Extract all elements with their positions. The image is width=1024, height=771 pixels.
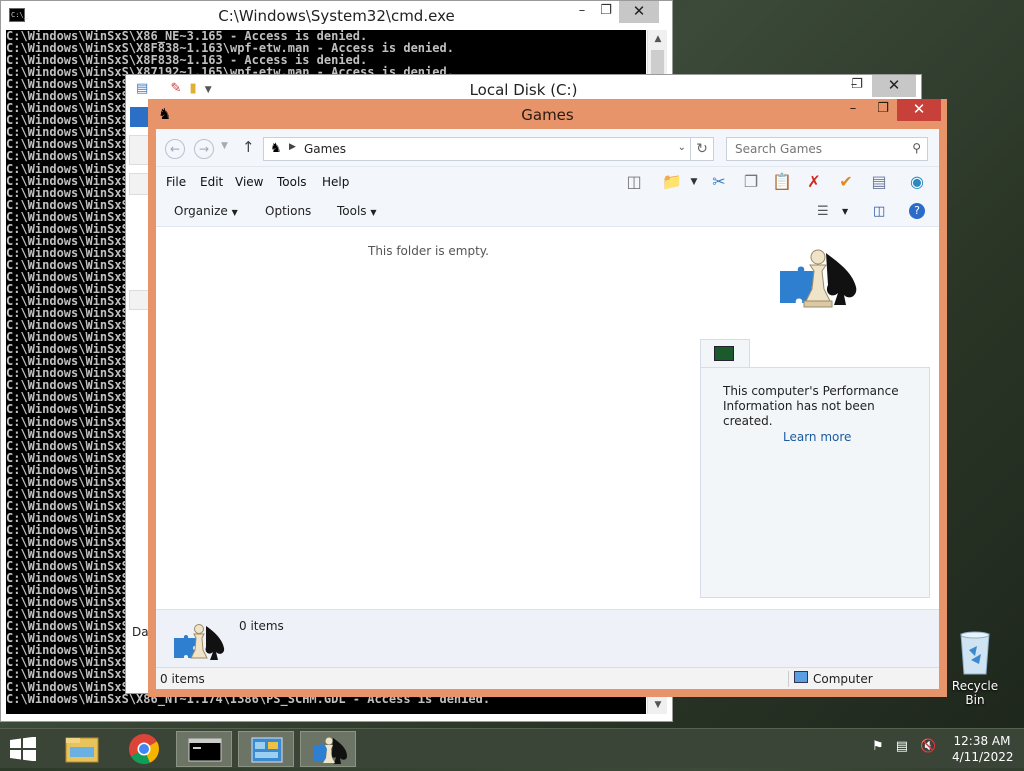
status-item-count: 0 items [160,672,205,686]
performance-info-message: This computer's Performance Information … [723,384,899,428]
taskbar-file-explorer[interactable] [54,731,110,767]
folder-options-dropdown-icon[interactable]: ▼ [682,171,706,193]
file-explorer-icon [65,737,99,763]
cmd-scroll-down-arrow[interactable]: ▼ [648,696,668,714]
command-bar: Organize ▼ Options Tools ▼ ☰ ▼ ◫ ? [156,197,939,227]
status-bar: 0 items Computer [156,667,939,689]
organize-label: Organize [174,204,228,218]
taskbar-command-prompt[interactable] [176,731,232,767]
games-taskbar-icon [313,737,347,764]
up-arrow-icon[interactable]: ↑ [242,138,255,156]
games-window[interactable]: ♞ Games – ❐ ✕ ← → ▼ ↑ ♞ ▶ Games ⌄ ↻ ⚲ [148,99,947,697]
games-window-title: Games [521,106,574,124]
cmd-titlebar[interactable]: C:\_ C:\Windows\System32\cmd.exe – ❐ ✕ [1,1,672,30]
tools-button[interactable]: Tools ▼ [337,204,377,218]
menu-edit[interactable]: Edit [200,175,223,189]
details-item-count: 0 items [239,619,284,633]
games-folder-icon: ♞ [270,141,282,156]
search-icon[interactable]: ⚲ [912,141,921,155]
copy-icon[interactable]: ❐ [739,171,763,193]
games-close-button[interactable]: ✕ [897,99,941,121]
breadcrumb-games[interactable]: Games [304,142,346,156]
organize-button[interactable]: Organize ▼ [174,204,238,218]
properties-dialog-icon[interactable]: ▤ [867,171,891,193]
tools-dropdown-icon: ▼ [370,208,377,217]
clock-date: 4/11/2022 [952,750,1014,764]
address-bar[interactable]: ♞ ▶ Games ⌄ [263,137,691,161]
taskbar-control-panel[interactable] [238,731,294,767]
change-view-dropdown-icon[interactable]: ▼ [842,207,848,216]
games-minimize-button[interactable]: – [838,99,868,121]
checkmark-icon[interactable]: ✔ [834,171,858,193]
cmd-scroll-up-arrow[interactable]: ▲ [648,30,668,48]
recycle-bin-icon [960,631,990,675]
layout-pane-icon[interactable]: ◫ [622,171,646,193]
recycle-bin-shortcut[interactable]: Recycle Bin [945,630,1005,707]
globe-icon[interactable]: ◉ [905,171,929,193]
clock-time: 12:38 AM [953,734,1011,748]
games-details-icon [174,624,225,660]
address-dropdown-icon[interactable]: ⌄ [678,142,686,153]
recycle-bin-label: Recycle Bin [951,679,999,707]
command-prompt-icon [188,738,222,762]
paste-icon[interactable]: 📋 [770,171,794,193]
menu-help[interactable]: Help [322,175,349,189]
search-input[interactable] [735,142,895,156]
back-arrow-icon[interactable]: ← [165,139,185,159]
refresh-button[interactable]: ↻ [690,137,714,161]
status-location: Computer [813,672,873,686]
computer-icon [794,671,808,683]
help-icon[interactable]: ? [909,203,925,219]
localdisk-back-button[interactable] [129,135,149,165]
details-pane: 0 items [156,609,939,667]
chrome-icon [129,734,159,764]
change-view-icon[interactable]: ☰ [817,204,829,219]
localdisk-nav-item[interactable] [129,290,149,310]
performance-info-panel: This computer's Performance Information … [700,367,930,598]
menu-file[interactable]: File [166,175,186,189]
localdisk-nav-strip[interactable] [129,173,149,195]
delete-icon[interactable]: ✗ [802,171,826,193]
performance-monitor-icon [714,346,734,361]
localdisk-maximize-button[interactable]: ❐ [842,75,872,97]
localdisk-window-title: Local Disk (C:) [469,81,578,99]
network-icon[interactable]: ▤ [896,739,908,754]
games-titlebar[interactable]: ♞ Games – ❐ ✕ [148,99,947,129]
games-window-body: ← → ▼ ↑ ♞ ▶ Games ⌄ ↻ ⚲ File Edit View T… [156,129,939,689]
tools-label: Tools [337,204,367,218]
localdisk-titlebar[interactable]: ▤ ✎ ▮ ▼ Local Disk (C:) – ❐ ✕ [126,75,921,102]
cmd-close-button[interactable]: ✕ [619,1,659,23]
taskbar-games[interactable] [300,731,356,767]
file-list-area[interactable]: This folder is empty. This computer's Pe… [156,227,939,609]
search-box[interactable]: ⚲ [726,137,928,161]
games-chess-puzzle-icon [780,249,857,308]
system-tray: ⚑ ▤ 🔇 [872,739,936,754]
recent-locations-dropdown-icon[interactable]: ▼ [221,141,228,151]
menu-tools[interactable]: Tools [277,175,307,189]
breadcrumb-separator-icon[interactable]: ▶ [289,142,296,152]
taskbar-clock[interactable]: 12:38 AM 4/11/2022 [952,733,1014,765]
taskbar-chrome[interactable] [116,731,172,767]
menu-view[interactable]: View [235,175,263,189]
games-maximize-button[interactable]: ❐ [868,99,898,121]
volume-muted-icon[interactable]: 🔇 [920,739,936,754]
status-separator [788,671,789,687]
learn-more-link[interactable]: Learn more [783,430,851,444]
empty-folder-message: This folder is empty. [368,244,489,258]
control-panel-icon [251,737,283,763]
cut-icon[interactable]: ✂ [707,171,731,193]
action-center-flag-icon[interactable]: ⚑ [872,739,884,754]
address-row: ← → ▼ ↑ ♞ ▶ Games ⌄ ↻ ⚲ [156,129,939,167]
organize-dropdown-icon: ▼ [231,208,238,217]
preview-pane-icon[interactable]: ◫ [873,204,885,219]
options-button[interactable]: Options [265,204,311,218]
forward-arrow-icon[interactable]: → [194,139,214,159]
windows-start-button[interactable] [8,737,38,761]
localdisk-close-button[interactable]: ✕ [872,75,916,97]
folder-options-icon[interactable]: 📁 [660,171,684,193]
performance-tab[interactable] [700,339,750,369]
menu-bar: File Edit View Tools Help ◫ 📁 ▼ ✂ ❐ 📋 ✗ … [156,167,939,197]
localdisk-ribbon-tab[interactable] [130,107,150,127]
taskbar: ⚑ ▤ 🔇 12:38 AM 4/11/2022 [0,728,1024,768]
